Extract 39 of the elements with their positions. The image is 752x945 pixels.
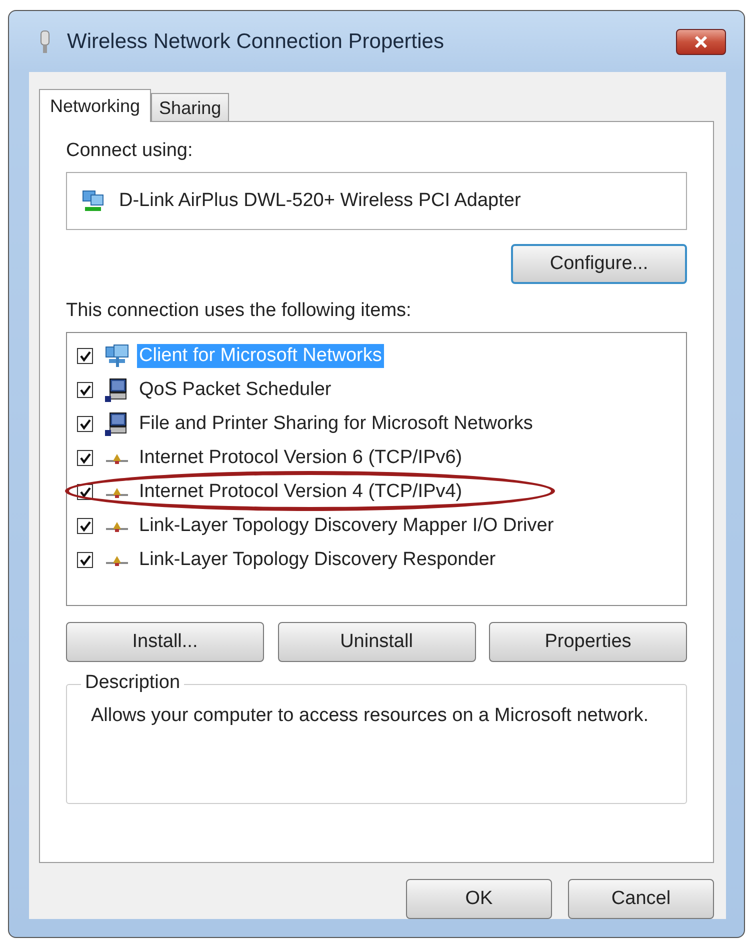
- checkbox[interactable]: [77, 518, 93, 534]
- check-icon: [78, 452, 92, 464]
- computer-icon: [105, 412, 129, 436]
- list-item[interactable]: Link-Layer Topology Discovery Mapper I/O Driver: [137, 514, 556, 538]
- computer-icon: [105, 378, 129, 402]
- tab[interactable]: Networking: [39, 89, 152, 122]
- list-item[interactable]: Internet Protocol Version 4 (TCP/IPv4): [137, 480, 464, 504]
- item-action-button[interactable]: Properties: [489, 622, 687, 662]
- check-icon: [78, 520, 92, 532]
- close-button[interactable]: [676, 28, 726, 54]
- dialog-button[interactable]: OK: [406, 879, 552, 919]
- checkbox[interactable]: [77, 416, 93, 432]
- description-title: Description: [81, 672, 184, 694]
- tab[interactable]: Sharing: [151, 93, 230, 121]
- check-icon: [78, 418, 92, 430]
- list-item[interactable]: Internet Protocol Version 6 (TCP/IPv6): [137, 446, 464, 470]
- adapter-field: D-Link AirPlus DWL-520+ Wireless PCI Adapter: [66, 172, 687, 230]
- close-icon: [692, 34, 710, 50]
- item-action-button[interactable]: Install...: [66, 622, 264, 662]
- checkbox[interactable]: [77, 382, 93, 398]
- check-icon: [78, 486, 92, 498]
- checkbox[interactable]: [77, 450, 93, 466]
- description-text: Allows your computer to access resources on a Microsoft network.: [91, 705, 650, 727]
- configure-button[interactable]: Configure...: [511, 244, 687, 284]
- list-item[interactable]: Link-Layer Topology Discovery Responder: [137, 548, 498, 572]
- list-item[interactable]: QoS Packet Scheduler: [137, 378, 334, 402]
- network-computers-icon: [105, 344, 129, 368]
- items-label: This connection uses the following items:: [66, 300, 412, 322]
- item-action-button[interactable]: Uninstall: [278, 622, 476, 662]
- connect-using-label: Connect using:: [66, 140, 194, 162]
- check-icon: [78, 384, 92, 396]
- checkbox[interactable]: [77, 552, 93, 568]
- check-icon: [78, 350, 92, 362]
- list-item[interactable]: File and Printer Sharing for Microsoft Networks: [137, 412, 535, 436]
- checkbox[interactable]: [77, 348, 93, 364]
- network-adapter-icon: [81, 189, 105, 213]
- dialog-button[interactable]: Cancel: [568, 879, 714, 919]
- window-title: Wireless Network Connection Properties: [67, 30, 445, 54]
- check-icon: [78, 554, 92, 566]
